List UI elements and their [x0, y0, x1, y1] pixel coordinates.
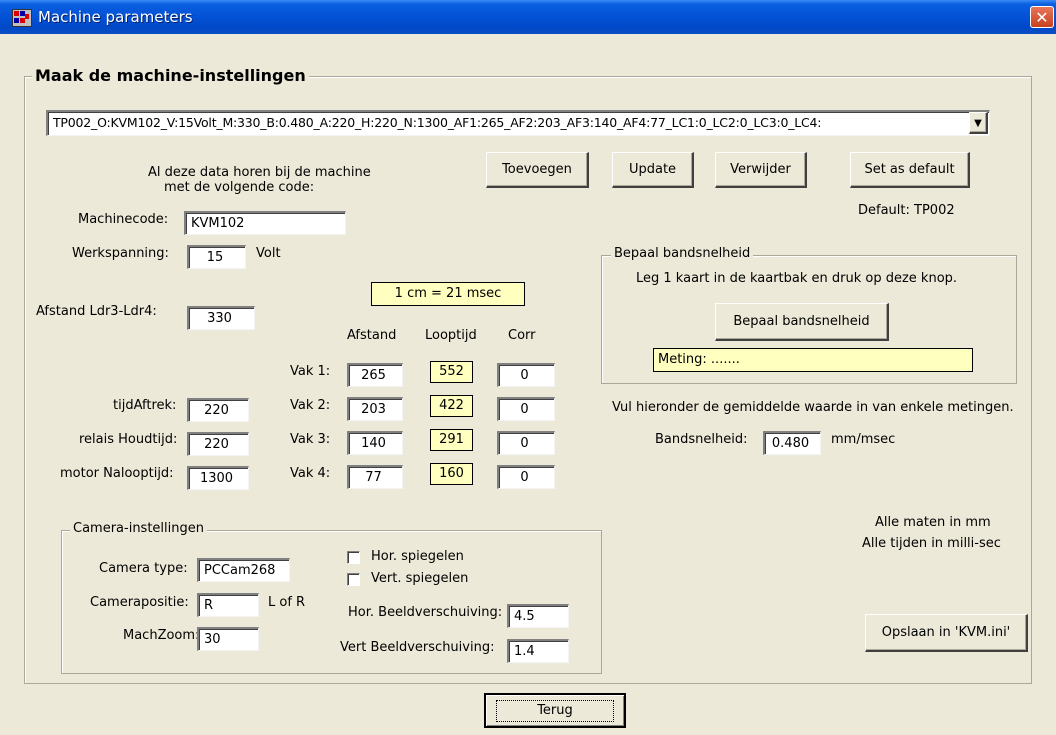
nalooptijd-field[interactable]: 1300	[187, 466, 249, 490]
hor-mirror-label: Hor. spiegelen	[371, 549, 464, 564]
vak-4-looptijd: 160	[430, 463, 473, 485]
camera-type-label: Camera type:	[99, 561, 188, 576]
vak-2-afstand-field[interactable]: 203	[347, 397, 403, 421]
werkspanning-unit: Volt	[256, 246, 281, 261]
werkspanning-label: Werkspanning:	[72, 246, 169, 261]
average-instruction: Vul hieronder de gemiddelde waarde in va…	[612, 400, 1014, 415]
update-button[interactable]: Update	[612, 152, 694, 188]
vert-shift-field[interactable]: 1.4	[507, 639, 569, 663]
title-bar[interactable]: Machine parameters ✕	[0, 0, 1056, 34]
dropdown-arrow-icon[interactable]: ▼	[969, 112, 988, 134]
vak-1-label: Vak 1:	[290, 364, 331, 379]
vak-3-corr-field[interactable]: 0	[497, 431, 555, 455]
afstand-header: Afstand	[347, 328, 397, 343]
machinecode-field[interactable]: KVM102	[184, 211, 346, 235]
set-default-button[interactable]: Set as default	[850, 152, 970, 188]
tijdaftrek-field[interactable]: 220	[187, 398, 249, 422]
vert-shift-label: Vert Beeldverschuiving:	[340, 640, 495, 655]
corr-header: Corr	[508, 328, 536, 343]
window-title: Machine parameters	[38, 8, 193, 26]
band-speed-groupbox-title: Bepaal bandsnelheid	[611, 246, 754, 261]
vak-4-corr-field[interactable]: 0	[497, 465, 555, 489]
machinecode-label: Machinecode:	[78, 212, 169, 227]
hor-shift-label: Hor. Beeldverschuiving:	[348, 605, 503, 620]
main-groupbox-title: Maak de machine-instellingen	[32, 66, 309, 85]
hor-shift-field[interactable]: 4.5	[507, 604, 569, 628]
save-ini-button[interactable]: Opslaan in 'KVM.ini'	[865, 614, 1028, 652]
vert-mirror-label: Vert. spiegelen	[371, 571, 469, 586]
hor-mirror-checkbox[interactable]	[347, 551, 360, 564]
vak-4-label: Vak 4:	[290, 466, 331, 481]
bandsnelheid-label: Bandsnelheid:	[655, 432, 748, 447]
delete-button[interactable]: Verwijder	[715, 152, 807, 188]
back-button[interactable]: Terug	[484, 693, 626, 728]
vert-mirror-checkbox[interactable]	[347, 573, 360, 586]
units-note-ms: Alle tijden in milli-sec	[862, 536, 1001, 551]
vak-1-looptijd: 552	[430, 361, 473, 383]
camera-type-field[interactable]: PCCam268	[197, 558, 290, 582]
camera-position-field[interactable]: R	[197, 593, 259, 617]
machzoom-field[interactable]: 30	[197, 627, 259, 651]
afstand-ldr-label: Afstand Ldr3-Ldr4:	[36, 304, 157, 319]
vak-1-afstand-field[interactable]: 265	[347, 363, 403, 387]
werkspanning-field[interactable]: 15	[187, 245, 246, 269]
add-button[interactable]: Toevoegen	[486, 152, 589, 188]
back-button-label: Terug	[496, 700, 614, 722]
profile-dropdown-value: TP002_O:KVM102_V:15Volt_M:330_B:0.480_A:…	[53, 115, 822, 130]
units-note-mm: Alle maten in mm	[875, 515, 991, 530]
info-line-1: Al deze data horen bij de machine	[148, 165, 371, 180]
measure-band-speed-button[interactable]: Bepaal bandsnelheid	[715, 303, 889, 341]
close-icon[interactable]: ✕	[1030, 6, 1054, 28]
default-label: Default: TP002	[858, 203, 955, 218]
profile-dropdown[interactable]: TP002_O:KVM102_V:15Volt_M:330_B:0.480_A:…	[46, 110, 990, 136]
vak-3-looptijd: 291	[430, 429, 473, 451]
vak-4-afstand-field[interactable]: 77	[347, 465, 403, 489]
machine-parameters-window: Machine parameters ✕ Maak de machine-ins…	[0, 0, 1056, 735]
info-line-2: met de volgende code:	[164, 180, 315, 195]
scale-indicator: 1 cm = 21 msec	[371, 282, 525, 306]
bandsnelheid-field[interactable]: 0.480	[763, 431, 821, 455]
afstand-ldr-field[interactable]: 330	[187, 306, 255, 330]
band-speed-instruction: Leg 1 kaart in de kaartbak en druk op de…	[636, 271, 958, 286]
vak-1-corr-field[interactable]: 0	[497, 363, 555, 387]
vak-3-label: Vak 3:	[290, 432, 331, 447]
vak-2-label: Vak 2:	[290, 398, 331, 413]
tijdaftrek-label: tijdAftrek:	[113, 398, 177, 413]
meting-display: Meting: .......	[653, 348, 973, 372]
houdtijd-field[interactable]: 220	[187, 432, 249, 456]
app-icon	[12, 9, 32, 27]
vak-2-corr-field[interactable]: 0	[497, 397, 555, 421]
camera-position-hint: L of R	[268, 595, 306, 610]
houdtijd-label: relais Houdtijd:	[79, 432, 178, 447]
bandsnelheid-unit: mm/msec	[831, 432, 896, 447]
camera-groupbox-title: Camera-instellingen	[70, 521, 207, 536]
vak-2-looptijd: 422	[430, 395, 473, 417]
camera-position-label: Camerapositie:	[90, 595, 189, 610]
machzoom-label: MachZoom:	[123, 628, 200, 643]
looptijd-header: Looptijd	[425, 328, 477, 343]
vak-3-afstand-field[interactable]: 140	[347, 431, 403, 455]
nalooptijd-label: motor Nalooptijd:	[60, 466, 174, 481]
